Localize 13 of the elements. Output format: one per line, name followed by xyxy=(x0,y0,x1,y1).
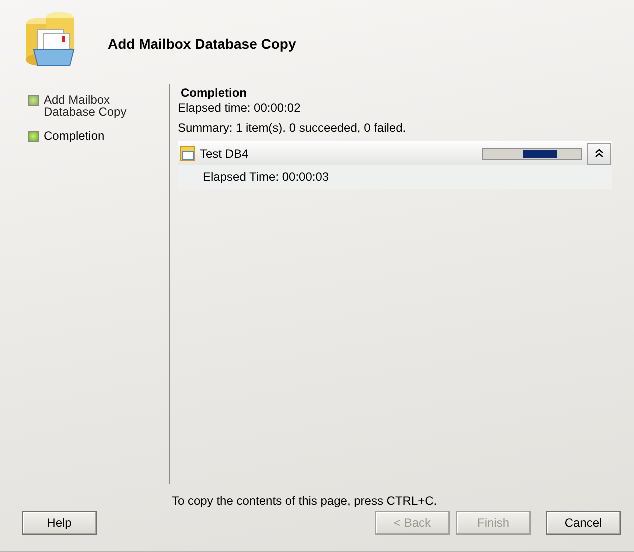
cancel-button[interactable]: Cancel xyxy=(546,511,621,535)
page-heading: Completion xyxy=(181,86,248,100)
result-name: Test DB4 xyxy=(200,146,250,160)
window-title: Add Mailbox Database Copy xyxy=(108,36,296,52)
double-chevron-icon xyxy=(594,149,604,158)
elapsed-time: Elapsed time: 00:00:02 xyxy=(178,101,302,115)
step-label: Completion xyxy=(44,130,105,142)
result-details: Elapsed Time: 00:00:03 xyxy=(203,170,330,184)
collapse-button[interactable] xyxy=(587,142,611,164)
help-button[interactable]: Help xyxy=(22,511,97,535)
step-label: Add Mailbox Database Copy xyxy=(44,94,128,118)
summary-text: Summary: 1 item(s). 0 succeeded, 0 failed. xyxy=(178,121,408,135)
copy-hint: To copy the contents of this page, press CTRL+C. xyxy=(172,494,438,508)
